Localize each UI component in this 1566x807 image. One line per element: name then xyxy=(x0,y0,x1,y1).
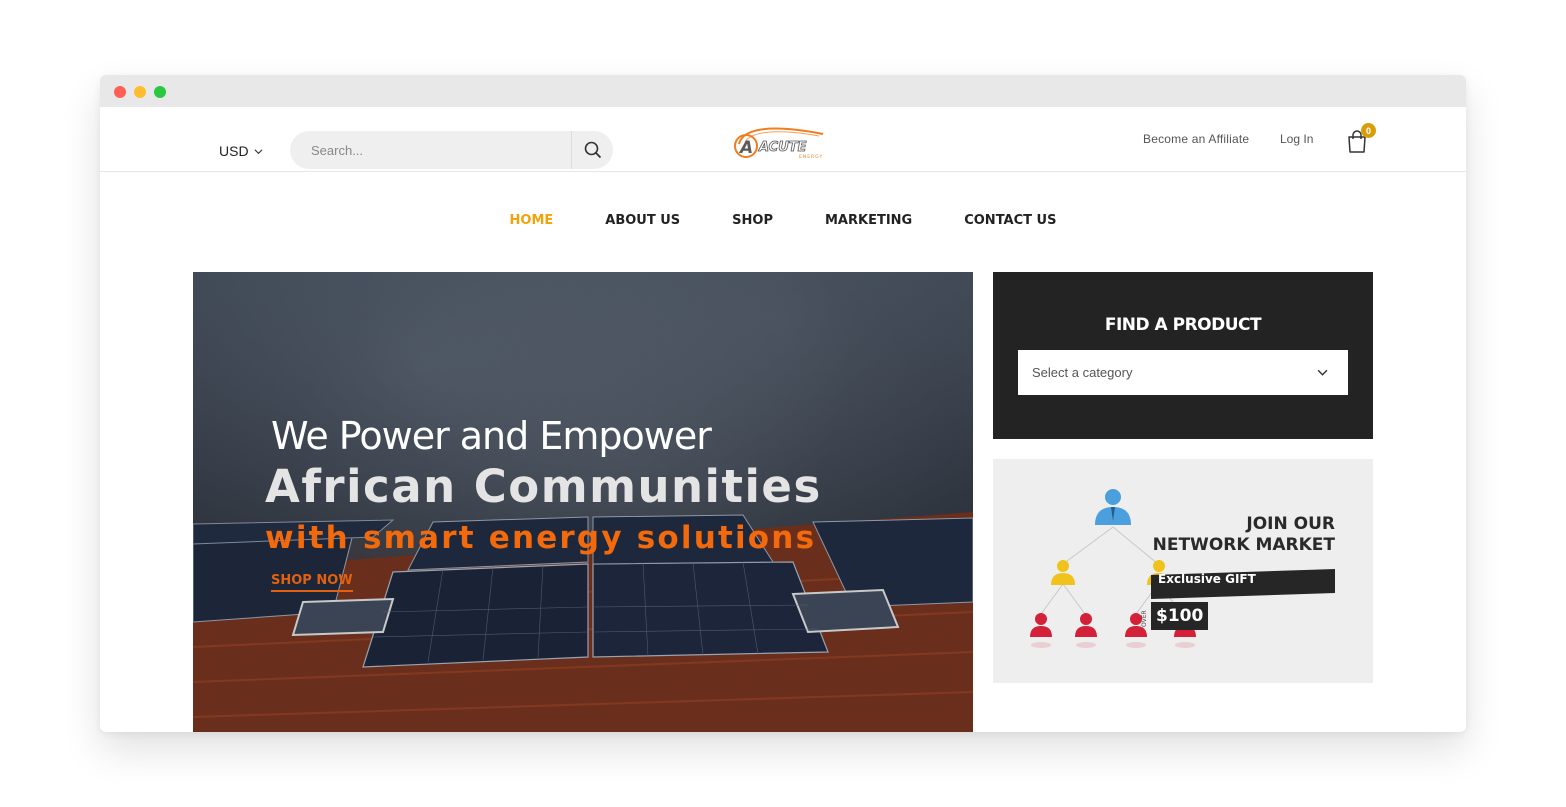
nav-item-home[interactable]: HOME xyxy=(510,213,554,228)
network-title-line2: NETWORK MARKET xyxy=(1152,535,1335,555)
search-bar xyxy=(290,131,613,169)
search-icon xyxy=(584,141,601,159)
minimize-window-button[interactable] xyxy=(134,86,146,98)
login-link[interactable]: Log In xyxy=(1280,132,1313,146)
category-select[interactable]: Select a category xyxy=(1018,350,1348,395)
browser-window: USD A ACUTE ENERGY Become an Affiliate L… xyxy=(100,75,1466,732)
hero-heading-line2: African Communities xyxy=(265,460,822,513)
over-label: OVER xyxy=(1141,610,1148,627)
chevron-down-icon xyxy=(254,148,263,154)
search-input[interactable] xyxy=(290,131,570,169)
logo-text: ACUTE xyxy=(758,140,807,155)
gift-label: Exclusive GIFT xyxy=(1158,572,1256,586)
hero-heading-line3: with smart energy solutions xyxy=(265,520,817,556)
nav-item-shop[interactable]: SHOP xyxy=(732,213,773,228)
currency-selector[interactable]: USD xyxy=(219,143,263,159)
gift-price: $100 xyxy=(1156,606,1204,626)
logo-subtext: ENERGY xyxy=(799,154,823,160)
svg-text:A: A xyxy=(738,138,753,158)
person-icon-blue xyxy=(1095,489,1131,525)
nav-item-about-us[interactable]: ABOUT US xyxy=(605,213,680,228)
network-market-banner[interactable]: OVER JOIN OUR NETWORK MARKET Exclusive G… xyxy=(993,459,1373,683)
currency-label: USD xyxy=(219,143,249,159)
hero-banner: We Power and Empower African Communities… xyxy=(193,272,973,732)
network-title-line1: JOIN OUR xyxy=(1246,514,1335,534)
hero-heading-line1: We Power and Empower xyxy=(271,414,712,458)
network-title: JOIN OUR NETWORK MARKET xyxy=(1153,514,1335,556)
find-product-widget: FIND A PRODUCT Select a category xyxy=(993,272,1373,439)
category-select-value: Select a category xyxy=(1032,365,1133,380)
chevron-down-icon xyxy=(1317,369,1328,376)
window-titlebar xyxy=(100,75,1466,107)
cart-button[interactable]: 0 xyxy=(1346,123,1376,154)
logo-graphic: A ACUTE ENERGY xyxy=(734,127,824,160)
maximize-window-button[interactable] xyxy=(154,86,166,98)
close-window-button[interactable] xyxy=(114,86,126,98)
nav-item-marketing[interactable]: MARKETING xyxy=(825,213,912,228)
find-product-title: FIND A PRODUCT xyxy=(1104,315,1262,335)
shop-now-link[interactable]: SHOP NOW xyxy=(271,573,353,592)
site-logo[interactable]: A ACUTE ENERGY xyxy=(731,122,831,162)
site-header: USD A ACUTE ENERGY Become an Affiliate L… xyxy=(100,107,1466,172)
search-button[interactable] xyxy=(572,131,613,169)
person-icon-yellow xyxy=(1051,560,1075,585)
cart-count-badge: 0 xyxy=(1361,123,1376,138)
network-tree-illustration: OVER xyxy=(1030,489,1335,648)
main-navigation: HOME ABOUT US SHOP MARKETING CONTACT US xyxy=(100,213,1466,228)
affiliate-link[interactable]: Become an Affiliate xyxy=(1143,132,1249,146)
nav-item-contact-us[interactable]: CONTACT US xyxy=(964,213,1056,228)
